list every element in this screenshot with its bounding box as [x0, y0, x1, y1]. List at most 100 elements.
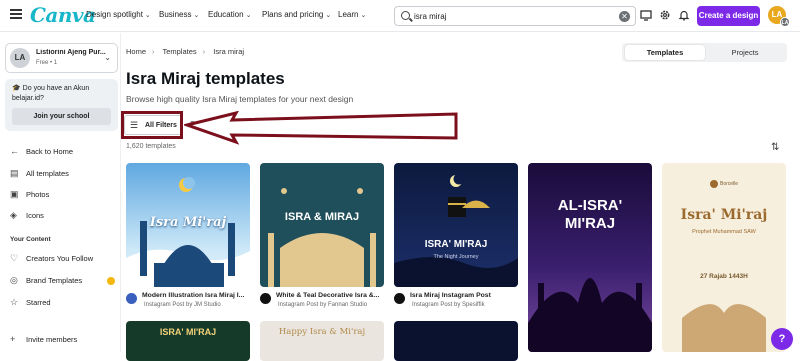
sidebar-item-starred[interactable]: ☆ Starred	[10, 297, 51, 311]
sidebar-item-label: Creators You Follow	[26, 254, 94, 263]
monitor-icon[interactable]	[640, 9, 652, 21]
heart-icon: ♡	[10, 253, 19, 263]
sidebar-item-label: Brand Templates	[26, 276, 83, 285]
card-3-title: ISRA' MI'RAJ	[424, 239, 488, 250]
templates-icon: ▤	[10, 168, 19, 178]
sidebar-item-brand-templates[interactable]: ◎ Brand Templates	[10, 275, 82, 289]
bell-icon[interactable]	[678, 9, 690, 21]
nav-label: Plans and pricing	[262, 10, 324, 19]
card-2-title: ISRA & MIRAJ	[284, 211, 360, 223]
premium-badge	[107, 277, 115, 285]
nav-education[interactable]: Education ⌄	[208, 10, 251, 19]
card-1-name[interactable]: Modern Illustration Isra Miraj I...	[142, 292, 250, 299]
sidebar-item-all-templates[interactable]: ▤ All templates	[10, 168, 69, 182]
breadcrumb: Home › Templates › Isra miraj	[126, 47, 250, 56]
card-5-date: 27 Rajab 1443H	[700, 273, 748, 280]
nav-business[interactable]: Business ⌄	[159, 10, 199, 19]
nav-label: Learn	[338, 10, 359, 19]
card-4-artwork	[528, 278, 652, 352]
create-design-button[interactable]: Create a design	[697, 6, 760, 26]
search-value: isra miraj	[414, 12, 447, 21]
shapes-icon: ◈	[10, 210, 17, 220]
arrow-left-icon: ←	[10, 146, 19, 156]
template-card-3[interactable]: ISRA' MI'RAJ The Night Journey	[394, 163, 518, 287]
nav-label: Design spotlight	[86, 10, 143, 19]
creator-avatar	[394, 293, 405, 304]
sidebar-item-creators[interactable]: ♡ Creators You Follow	[10, 253, 93, 267]
page-subtitle: Browse high quality Isra Miraj templates…	[126, 94, 354, 104]
promo-text-label: Do you have an Akun belajar.id?	[12, 85, 90, 102]
view-tabs: Templates Projects	[622, 43, 787, 62]
chevron-down-icon: ⌄	[360, 12, 367, 19]
tab-templates[interactable]: Templates	[625, 45, 705, 60]
sort-icon[interactable]: ⇅	[771, 142, 779, 153]
creator-avatar	[260, 293, 271, 304]
nav-label: Business	[159, 10, 192, 19]
chevron-down-icon: ⌄	[245, 12, 252, 19]
card-2-artwork	[268, 188, 376, 287]
nav-design-spotlight[interactable]: Design spotlight ⌄	[86, 10, 151, 19]
sidebar-item-label: Photos	[26, 190, 50, 199]
card-5-subtitle: Prophet Muhammad SAW	[692, 229, 756, 235]
search-icon	[401, 11, 410, 20]
search-input[interactable]: isra miraj ✕	[394, 6, 636, 26]
template-card-7[interactable]: Happy Isra & Mi'raj	[260, 321, 384, 361]
sidebar-item-label: Starred	[26, 298, 51, 307]
account-switcher[interactable]: LA Listiorini Ajeng Pur... Free • 1 ⌄	[5, 43, 118, 73]
promo-card: 🎓 Do you have an Akun belajar.id? Join y…	[5, 79, 118, 131]
menu-icon[interactable]	[10, 9, 22, 19]
avatar[interactable]: LA LA	[768, 6, 790, 27]
template-card-8[interactable]	[394, 321, 518, 361]
annotation-highlight-box	[121, 111, 183, 139]
template-card-5[interactable]: Borcelle Isra' Mi'raj Prophet Muhammad S…	[662, 163, 786, 352]
card-3-subtitle: The Night Journey	[433, 254, 479, 260]
nav-plans-and-pricing[interactable]: Plans and pricing ⌄	[262, 10, 331, 19]
breadcrumb-templates[interactable]: Templates	[162, 47, 196, 56]
card-1-title: Isra Mi'raj	[149, 215, 227, 230]
nav-learn[interactable]: Learn ⌄	[338, 10, 366, 19]
gear-icon[interactable]	[659, 9, 671, 21]
sidebar-item-label: Icons	[26, 211, 44, 220]
sidebar: LA Listiorini Ajeng Pur... Free • 1 ⌄ 🎓 …	[0, 33, 121, 352]
template-card-1[interactable]: Isra Mi'raj	[126, 163, 250, 287]
plus-icon: +	[10, 334, 16, 344]
nav-label: Education	[208, 10, 244, 19]
brand-icon: ◎	[10, 275, 18, 285]
top-bar: Canva Design spotlight ⌄ Business ⌄ Educat…	[0, 0, 800, 32]
chevron-down-icon: ⌄	[193, 12, 200, 19]
chevron-down-icon: ⌄	[144, 12, 151, 19]
account-plan: Free • 1	[36, 60, 58, 66]
sidebar-item-icons[interactable]: ◈ Icons	[10, 210, 44, 224]
breadcrumb-separator: ›	[202, 47, 206, 56]
card-3-by: Instagram Post by Spesiffik	[412, 302, 485, 308]
card-2-by: Instagram Post by Fannan Studio	[278, 302, 368, 308]
card-1-by: Instagram Post by JM Studio	[144, 302, 221, 308]
card-2-name[interactable]: White & Teal Decorative Isra &...	[276, 292, 384, 299]
creator-avatar	[126, 293, 137, 304]
breadcrumb-home[interactable]: Home	[126, 47, 146, 56]
account-avatar: LA	[10, 48, 30, 68]
card-5-brand: Borcelle	[720, 181, 739, 187]
invite-label: Invite members	[26, 335, 78, 344]
your-content-label: Your Content	[10, 236, 51, 243]
sidebar-item-label: Back to Home	[26, 147, 74, 156]
breadcrumb-separator: ›	[152, 47, 155, 56]
graduation-cap-icon: 🎓	[12, 85, 23, 92]
invite-members-button[interactable]: + Invite members	[10, 334, 77, 348]
template-card-6[interactable]: ISRA' MI'RAJ	[126, 321, 250, 361]
template-card-4[interactable]: AL-ISRA' MI'RAJ	[528, 163, 652, 352]
tab-projects[interactable]: Projects	[706, 45, 784, 60]
card-5-title: Isra' Mi'raj	[680, 207, 768, 223]
card-6-title: ISRA' MI'RAJ	[159, 327, 217, 337]
sidebar-item-back-home[interactable]: ← Back to Home	[10, 146, 73, 160]
help-button[interactable]: ?	[771, 328, 793, 350]
sidebar-item-photos[interactable]: ▣ Photos	[10, 189, 49, 203]
avatar-mini: LA	[780, 17, 790, 27]
card-3-name[interactable]: Isra Miraj Instagram Post	[410, 292, 518, 299]
card-5-artwork	[682, 180, 766, 352]
join-school-button[interactable]: Join your school	[12, 108, 111, 125]
card-4-title: AL-ISRA' MI'RAJ	[557, 197, 623, 232]
chevron-down-icon: ⌄	[325, 12, 332, 19]
clear-search-icon[interactable]: ✕	[619, 11, 630, 22]
template-card-2[interactable]: ISRA & MIRAJ	[260, 163, 384, 287]
